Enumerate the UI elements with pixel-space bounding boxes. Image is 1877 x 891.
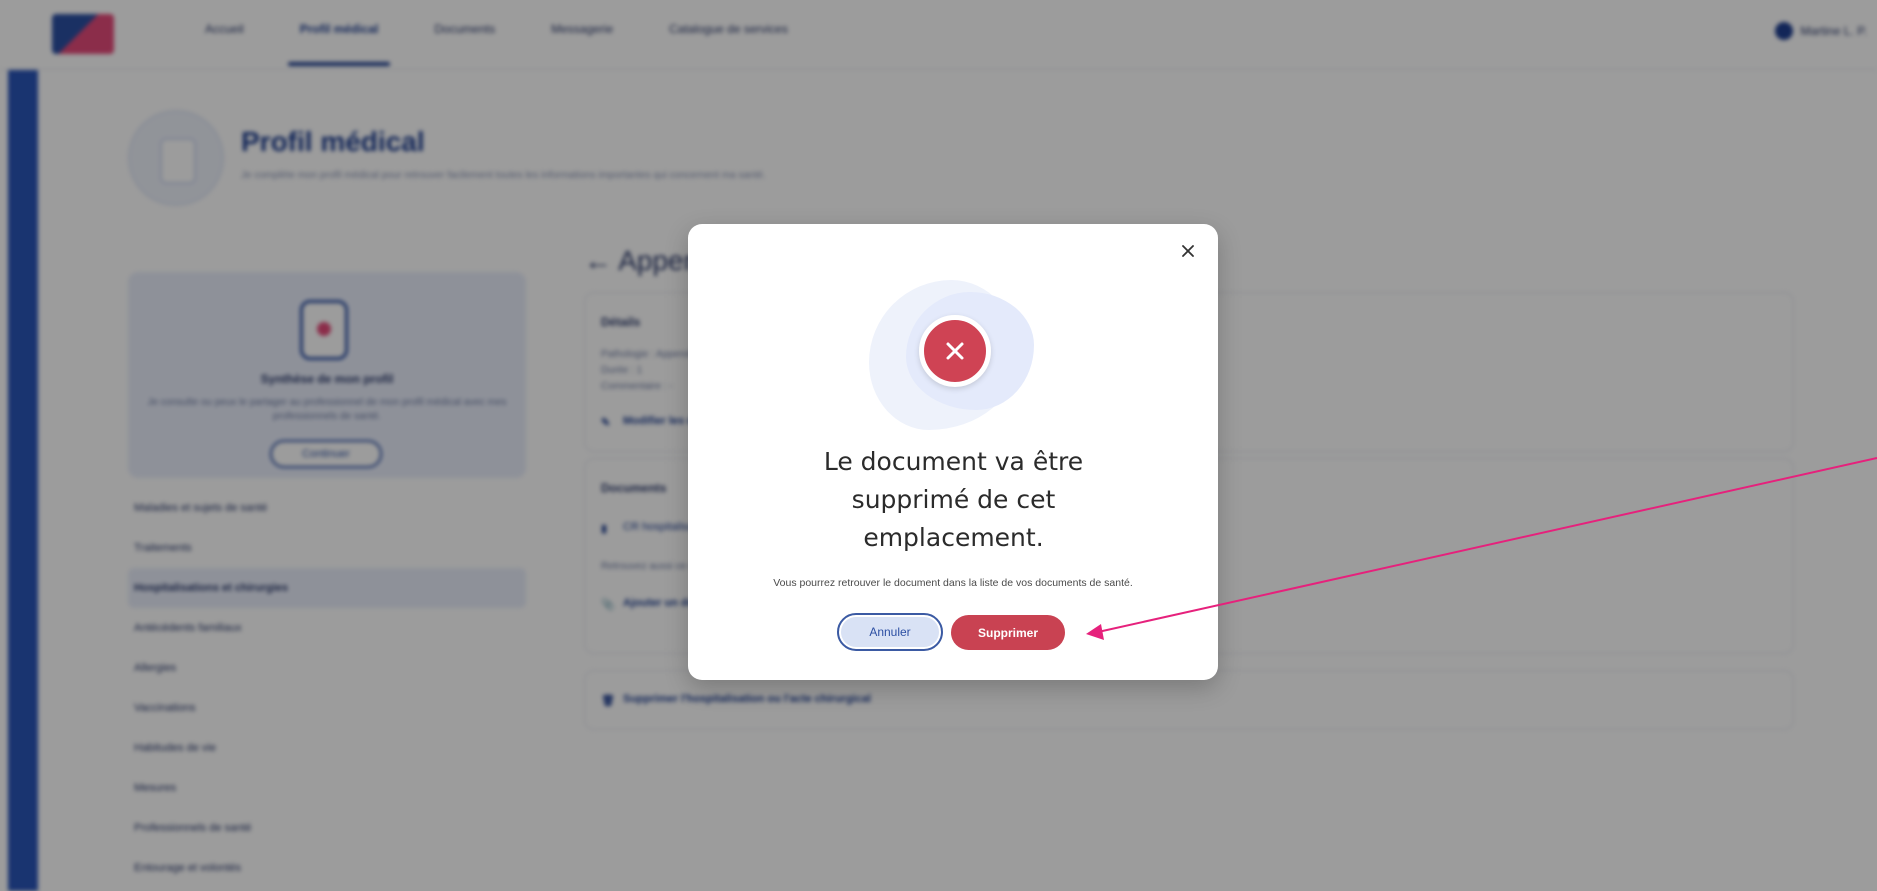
error-x-icon <box>919 315 991 387</box>
delete-button[interactable]: Supprimer <box>951 615 1065 650</box>
dialog-title: Le document va être supprimé de cet empl… <box>823 447 1084 552</box>
app-window: Accueil Profil médical Documents Message… <box>0 0 1877 891</box>
cancel-button[interactable]: Annuler <box>837 613 943 651</box>
close-dialog-button[interactable] <box>1174 237 1202 265</box>
dialog-description: Vous pourrez retrouver le document dans … <box>773 577 1133 589</box>
close-icon <box>1182 245 1194 257</box>
